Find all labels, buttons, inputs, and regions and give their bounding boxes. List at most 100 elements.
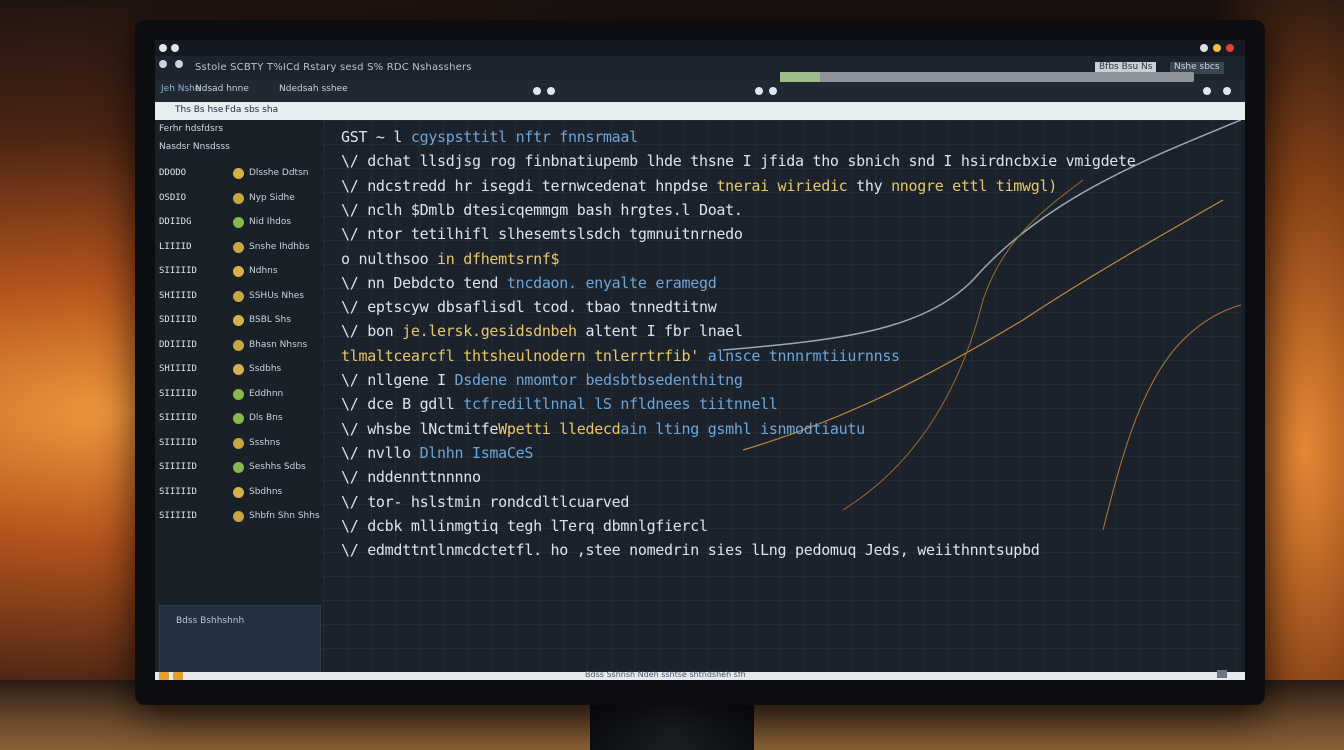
nav-dot-icon-3[interactable] <box>769 87 777 95</box>
monitor-stand <box>590 700 754 750</box>
bookmark-icon[interactable] <box>1203 87 1211 95</box>
sidebar-item[interactable]: OSDIO Nyp Sidhe <box>155 189 319 209</box>
folder-icon <box>233 364 244 375</box>
terminal-segment: \/ nn Debdcto tend <box>341 273 507 292</box>
sidebar-item-id: SIIIIID <box>159 437 197 448</box>
sidebar-item[interactable]: DDIIDG Nid Ihdos <box>155 213 319 233</box>
terminal-line: \/ ndcstredd hr isegdi ternwcedenat hnpd… <box>341 177 1057 195</box>
sidebar-item-name: Ssdbhs <box>249 364 282 374</box>
terminal-segment: tnerai wiriedic <box>716 176 848 195</box>
tab-strip: Ths Bs hse Fda sbs sha <box>155 102 1245 120</box>
sidebar-item[interactable]: DDODO Dlsshe Ddtsn <box>155 164 319 184</box>
sidebar-item[interactable]: DDIIIID Bhasn Nhsns <box>155 336 319 356</box>
sidebar-item[interactable]: SIIIIID Eddhnn <box>155 385 319 405</box>
terminal-line: \/ nn Debdcto tend tncdaon. enyalte eram… <box>341 273 717 292</box>
terminal-segment: cgyspsttitl nftr fnnsrmaal <box>410 128 638 146</box>
status-text: Bdss Sshnsh Ndeh sshtse shtndsheh sfh <box>585 670 746 679</box>
terminal-line: \/ dchat llsdjsg rog finbnatiupemb lhde … <box>341 152 1136 170</box>
screen: Sstole SCBTY T%ICd Rstary sesd S% RDC Ns… <box>155 40 1245 680</box>
terminal-line: \/ nclh $Dmlb dtesicqemmgm bash hrgtes.l… <box>341 201 743 219</box>
taskbar-app-icon-2[interactable] <box>173 672 183 680</box>
folder-icon <box>233 266 244 277</box>
nav-dot-icon[interactable] <box>533 87 541 95</box>
taskbar-app-icon[interactable] <box>159 672 169 680</box>
terminal-line: \/ nvllo Dlnhn IsmaCeS <box>341 444 533 462</box>
nav-dot-icon-2[interactable] <box>547 87 555 95</box>
sidebar-item[interactable]: SIIIIID Ssshns <box>155 434 319 454</box>
terminal-line: \/ edmdttntlnmcdctetfl. ho ,stee nomedri… <box>341 541 1040 559</box>
sidebar-item-name: SSHUs Nhes <box>249 290 304 301</box>
terminal-line: \/ eptscyw dbsaflisdl tcod. tbao tnnedti… <box>341 298 717 317</box>
sidebar-item-id: SIIIIID <box>159 462 197 472</box>
terminal-line: GST ~ l cgyspsttitl nftr fnnsrmaal <box>341 128 638 146</box>
terminal-segment: Wpetti lledecd <box>498 419 621 438</box>
tab-1[interactable]: Ths Bs hse <box>175 105 223 115</box>
sidebar-item-id: SIIIIID <box>159 511 197 521</box>
terminal-line: o nulthsoo in dfhemtsrnf$ <box>341 250 560 268</box>
terminal-segment: alnsce tnnnrmtiiurnnss <box>707 346 900 365</box>
terminal-line: \/ nddennttnnnno <box>341 468 481 486</box>
sidebar-item-id: DDIIIID <box>159 339 197 350</box>
address-bar[interactable] <box>780 72 1194 82</box>
tab-2[interactable]: Fda sbs sha <box>225 105 278 115</box>
menu-text[interactable]: Sstole SCBTY T%ICd Rstary sesd S% RDC Ns… <box>195 62 472 73</box>
sidebar-item-name: Ssshns <box>249 437 281 448</box>
terminal-pane[interactable]: GST ~ l cgyspsttitl nftr fnnsrmaal \/ dch… <box>323 120 1241 672</box>
graph-line-orange <box>742 199 1224 451</box>
terminal-segment: \/ nclh $Dmlb dtesicqemmgm bash hrgtes.l… <box>341 200 743 219</box>
sidebar-panel[interactable]: Bdss Bshhshnh <box>159 605 321 675</box>
terminal-segment: \/ dchat llsdjsg rog finbnatiupemb lhde … <box>341 152 1136 171</box>
sidebar-item[interactable]: SIIIIID Sbdhns <box>155 483 319 503</box>
sidebar-item[interactable]: SIIIIID Dls Bns <box>155 409 319 429</box>
terminal-segment: \/ tor- hslstmin rondcdltlcuarved <box>341 492 630 511</box>
terminal-segment: \/ whsbe lNctmitfe <box>341 419 499 438</box>
terminal-line: \/ dce B gdll tcfrediltlnnal lS nfldnees… <box>341 395 778 413</box>
folder-icon <box>233 168 244 179</box>
forward-icon[interactable] <box>175 60 183 68</box>
graph-line-orange-3 <box>1102 304 1241 531</box>
sidebar-item[interactable]: SHIIIID SSHUs Nhes <box>155 287 319 307</box>
sidebar-item[interactable]: LIIIID Snshe Ihdhbs <box>155 238 319 258</box>
sidebar-item-id: SHIIIID <box>159 364 197 374</box>
terminal-segment: ain lting gsmhl isnmodtiautu <box>620 419 865 438</box>
terminal-line: tlmaltcearcfl thtsheulnodern tnlerrtrfib… <box>341 347 900 365</box>
sidebar-header-2: Nasdsr Nnsdsss <box>159 142 230 152</box>
terminal-segment: GST ~ l <box>341 128 411 146</box>
sidebar-item-name: Shbfn Shn Shhs <box>249 511 320 521</box>
graph-line-orange-2 <box>842 179 1084 511</box>
sidebar-item-name: Ndhns <box>249 266 278 276</box>
terminal-line: \/ tor- hslstmin rondcdltlcuarved <box>341 493 629 511</box>
folder-icon <box>233 388 244 400</box>
sidebar-item[interactable]: SDIIIID BSBL Shs <box>155 311 319 331</box>
sidebar-item[interactable]: SIIIIID Ndhns <box>155 262 319 282</box>
sidebar-item-id: LIIIID <box>159 241 192 252</box>
back-icon[interactable] <box>159 60 167 68</box>
terminal-segment: Dlnhn <box>419 443 464 462</box>
terminal-segment: \/ eptscyw dbsaflisdl tcod. tbao tnnedti… <box>341 298 717 317</box>
search-icon[interactable] <box>755 87 763 95</box>
terminal-segment: je.lersk.gesidsdnbeh <box>402 322 577 341</box>
terminal-segment: thy <box>847 176 892 195</box>
toolbar-item-2[interactable]: Ndsad hnne <box>195 84 249 94</box>
sidebar-item[interactable]: SIIIIID Shbfn Shn Shhs <box>155 507 320 527</box>
minimize-icon[interactable] <box>1200 44 1208 52</box>
terminal-segment: tlmaltcearcfl thtsheulnodern tnlerrtrfib… <box>341 346 708 365</box>
folder-icon <box>233 192 244 204</box>
file-sidebar: Ferhr hdsfdsrs Nasdsr Nnsdsss DDODO Dlssh… <box>155 120 321 675</box>
sidebar-item-id: SIIIIID <box>159 388 197 399</box>
terminal-segment: Dsdene nmomtor bedsbtbsedenthitng <box>454 371 743 389</box>
folder-icon <box>233 413 244 424</box>
folder-icon <box>233 315 244 326</box>
terminal-segment: altent I fbr lnael <box>576 322 743 341</box>
menu-icon[interactable] <box>1223 87 1231 95</box>
maximize-icon[interactable] <box>1213 44 1221 52</box>
toolbar-item-3[interactable]: Ndedsah sshee <box>279 84 348 94</box>
sidebar-item[interactable]: SIIIIID Seshhs Sdbs <box>155 458 319 478</box>
terminal-segment: \/ nddennttnnnno <box>341 468 481 487</box>
sidebar-item[interactable]: SHIIIID Ssdbhs <box>155 360 319 380</box>
status-right-icon[interactable] <box>1217 670 1227 678</box>
folder-icon <box>233 217 244 228</box>
sidebar-item-name: Seshhs Sdbs <box>249 462 306 472</box>
close-icon[interactable] <box>1226 44 1234 52</box>
folder-icon <box>233 290 244 302</box>
